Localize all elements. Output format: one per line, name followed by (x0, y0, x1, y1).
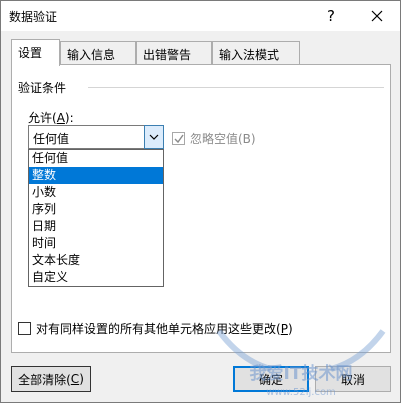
allow-combobox[interactable]: 任何值 (28, 125, 164, 149)
help-button[interactable]: ? (311, 1, 351, 31)
allow-label: 允许(A): (28, 111, 74, 125)
apply-to-all-label: 对有同样设置的所有其他单元格应用这些更改(P) (36, 322, 293, 336)
apply-to-all-checkbox[interactable]: 对有同样设置的所有其他单元格应用这些更改(P) (18, 320, 293, 337)
validation-criteria-label: 验证条件 (18, 81, 67, 95)
tab-settings[interactable]: 设置 (11, 39, 60, 66)
allow-combobox-value: 任何值 (33, 132, 70, 146)
option-text-length[interactable]: 文本长度 (29, 252, 163, 269)
close-icon (371, 10, 383, 22)
title-bar: 数据验证 ? (1, 1, 400, 31)
option-decimal[interactable]: 小数 (29, 184, 163, 201)
clear-all-button[interactable]: 全部清除(C) (11, 366, 91, 392)
chevron-down-icon (149, 134, 159, 140)
option-list[interactable]: 序列 (29, 201, 163, 218)
ignore-blank-label: 忽略空值(B) (190, 132, 256, 146)
allow-dropdown-button[interactable] (144, 125, 164, 149)
option-whole-number[interactable]: 整数 (29, 167, 163, 184)
ok-button[interactable]: 确定 (233, 366, 309, 392)
option-time[interactable]: 时间 (29, 235, 163, 252)
ignore-blank-checkbox[interactable]: 忽略空值(B) (172, 130, 256, 147)
close-button[interactable] (357, 1, 397, 31)
cancel-button[interactable]: 取消 (315, 366, 391, 392)
tab-input-message[interactable]: 输入信息 (60, 41, 136, 65)
option-date[interactable]: 日期 (29, 218, 163, 235)
ignore-blank-checkbox-box (172, 132, 185, 145)
help-icon: ? (327, 7, 335, 25)
window-title: 数据验证 (9, 10, 58, 24)
tab-error-alert[interactable]: 出错警告 (136, 41, 212, 65)
allow-dropdown-list: 任何值 整数 小数 序列 日期 时间 文本长度 自定义 (28, 149, 164, 287)
option-any-value[interactable]: 任何值 (29, 150, 163, 167)
apply-to-all-checkbox-box (18, 322, 31, 335)
tab-ime-mode[interactable]: 输入法模式 (212, 41, 300, 65)
settings-panel: 验证条件 允许(A): 任何值 忽略空值(B) 任何值 整数 小数 序列 日期 … (11, 64, 391, 353)
data-validation-dialog: 数据验证 ? 设置 输入信息 出错警告 输入法模式 验证条件 允许(A): 任何… (0, 0, 401, 403)
group-divider (88, 87, 384, 88)
checkmark-icon (174, 134, 184, 143)
option-custom[interactable]: 自定义 (29, 269, 163, 286)
